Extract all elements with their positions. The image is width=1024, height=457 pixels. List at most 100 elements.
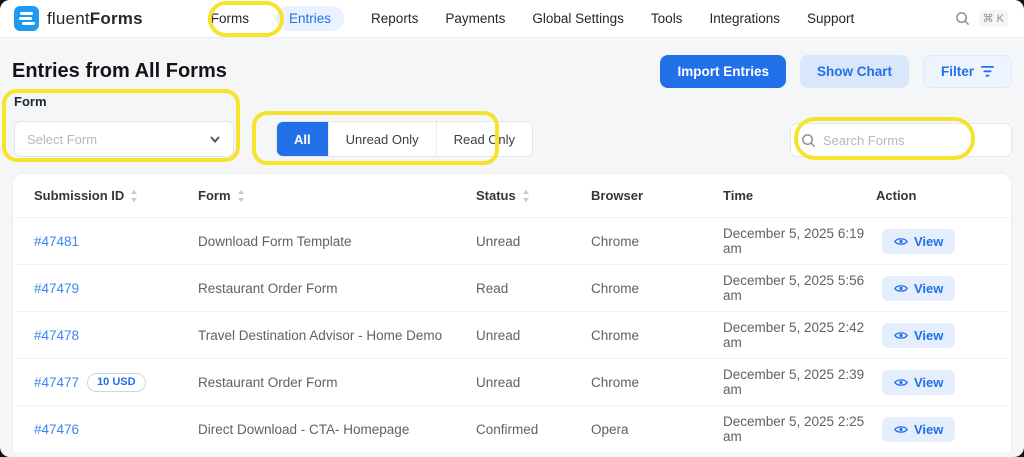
browser-cell: Chrome <box>591 280 640 296</box>
form-name-cell: Download Form Template <box>198 233 352 249</box>
browser-cell: Opera <box>591 421 629 437</box>
browser-cell: Chrome <box>591 327 640 343</box>
brand-name: fluentForms <box>47 8 143 28</box>
table-body: #47481 Download Form Template Unread Chr… <box>13 218 1011 453</box>
action-cell: View <box>876 228 1011 254</box>
nav-item-integrations[interactable]: Integrations <box>709 6 780 31</box>
status-cell: Read <box>476 280 509 296</box>
page-title: Entries from All Forms <box>12 60 227 82</box>
form-select-group: Form Select Form <box>14 94 234 157</box>
form-select-placeholder: Select Form <box>27 131 98 147</box>
table-row: #47476 Direct Download - CTA- Homepage C… <box>13 406 1011 453</box>
filter-controls: Form Select Form All Unread Only Read On… <box>0 90 1024 171</box>
chevron-down-icon <box>210 136 220 144</box>
nav-right: ⌘ K <box>955 10 1014 27</box>
fluentforms-logo-icon <box>14 6 39 31</box>
view-button-label: View <box>914 327 944 343</box>
read-status-tabs: All Unread Only Read Only <box>276 121 534 157</box>
table-row: #47477 10 USD Restaurant Order Form Unre… <box>13 359 1011 406</box>
search-icon[interactable] <box>955 11 970 26</box>
tab-read-only[interactable]: Read Only <box>436 122 533 156</box>
search-icon <box>802 134 816 148</box>
nav-item-payments[interactable]: Payments <box>445 6 505 31</box>
search-forms-group <box>790 123 1012 157</box>
eye-icon <box>894 378 908 386</box>
nav-item-reports[interactable]: Reports <box>371 6 418 31</box>
column-header-action: Action <box>876 188 917 203</box>
submission-id-link[interactable]: #47481 <box>34 234 79 249</box>
nav-menu: Forms Entries Reports Payments Global Se… <box>211 6 854 31</box>
column-header-form[interactable]: Form <box>198 188 476 203</box>
view-button-label: View <box>914 421 944 437</box>
submission-id-cell: #47481 <box>34 234 198 249</box>
form-name-cell: Travel Destination Advisor - Home Demo <box>198 327 443 343</box>
eye-icon <box>894 237 908 245</box>
form-select[interactable]: Select Form <box>14 121 234 157</box>
nav-item-entries[interactable]: Entries <box>276 6 345 31</box>
top-navbar: fluentForms Forms Entries Reports Paymen… <box>0 0 1024 38</box>
view-button[interactable]: View <box>882 228 956 254</box>
keyboard-shortcut-badge: ⌘ K <box>978 10 1008 27</box>
header-actions: Import Entries Show Chart Filter <box>660 55 1012 88</box>
action-cell: View <box>876 416 1011 442</box>
view-button-label: View <box>914 280 944 296</box>
time-cell: December 5, 2025 2:25 am <box>723 414 865 444</box>
column-header-browser: Browser <box>591 188 644 203</box>
tab-all[interactable]: All <box>277 122 329 156</box>
status-cell: Unread <box>476 233 521 249</box>
form-name-cell: Direct Download - CTA- Homepage <box>198 421 410 437</box>
eye-icon <box>894 425 908 433</box>
filter-button-label: Filter <box>940 64 974 79</box>
search-forms-input[interactable] <box>790 123 1012 157</box>
table-row: #47478 Travel Destination Advisor - Home… <box>13 312 1011 359</box>
import-entries-button[interactable]: Import Entries <box>660 55 786 88</box>
entries-table: Submission ID Form Status Browser Time A… <box>12 173 1012 453</box>
nav-item-forms[interactable]: Forms <box>211 6 249 31</box>
column-header-status[interactable]: Status <box>476 188 591 203</box>
nav-item-global-settings[interactable]: Global Settings <box>532 6 624 31</box>
submission-id-cell: #47479 <box>34 281 198 296</box>
submission-id-link[interactable]: #47478 <box>34 328 79 343</box>
tab-unread-only[interactable]: Unread Only <box>328 122 437 156</box>
view-button-label: View <box>914 233 944 249</box>
view-button[interactable]: View <box>882 369 956 395</box>
view-button[interactable]: View <box>882 416 956 442</box>
app-window: fluentForms Forms Entries Reports Paymen… <box>0 0 1024 457</box>
filter-button[interactable]: Filter <box>922 55 1012 88</box>
status-cell: Confirmed <box>476 421 539 437</box>
form-name-cell: Restaurant Order Form <box>198 280 338 296</box>
column-header-submission-id[interactable]: Submission ID <box>34 188 198 203</box>
action-cell: View <box>876 275 1011 301</box>
table-row: #47479 Restaurant Order Form Read Chrome… <box>13 265 1011 312</box>
view-button-label: View <box>914 374 944 390</box>
submission-id-cell: #47478 <box>34 328 198 343</box>
status-cell: Unread <box>476 327 521 343</box>
status-cell: Unread <box>476 374 521 390</box>
fluentforms-logo[interactable]: fluentForms <box>14 6 143 31</box>
page-header: Entries from All Forms Import Entries Sh… <box>0 38 1024 90</box>
action-cell: View <box>876 322 1011 348</box>
sort-icon[interactable] <box>237 189 245 202</box>
filter-icon <box>981 66 994 77</box>
sort-icon[interactable] <box>130 189 138 202</box>
sort-icon[interactable] <box>522 189 530 202</box>
show-chart-button[interactable]: Show Chart <box>799 55 909 88</box>
view-button[interactable]: View <box>882 275 956 301</box>
nav-item-support[interactable]: Support <box>807 6 854 31</box>
payment-badge: 10 USD <box>87 372 146 392</box>
table-row: #47481 Download Form Template Unread Chr… <box>13 218 1011 265</box>
nav-item-tools[interactable]: Tools <box>651 6 683 31</box>
submission-id-link[interactable]: #47476 <box>34 422 79 437</box>
form-name-cell: Restaurant Order Form <box>198 374 338 390</box>
view-button[interactable]: View <box>882 322 956 348</box>
submission-id-link[interactable]: #47479 <box>34 281 79 296</box>
action-cell: View <box>876 369 1011 395</box>
form-select-label: Form <box>14 94 47 109</box>
eye-icon <box>894 331 908 339</box>
submission-id-link[interactable]: #47477 <box>34 375 79 390</box>
time-cell: December 5, 2025 2:39 am <box>723 367 865 397</box>
table-header-row: Submission ID Form Status Browser Time A… <box>13 174 1011 218</box>
time-cell: December 5, 2025 2:42 am <box>723 320 865 350</box>
submission-id-cell: #47476 <box>34 422 198 437</box>
time-cell: December 5, 2025 6:19 am <box>723 226 865 256</box>
